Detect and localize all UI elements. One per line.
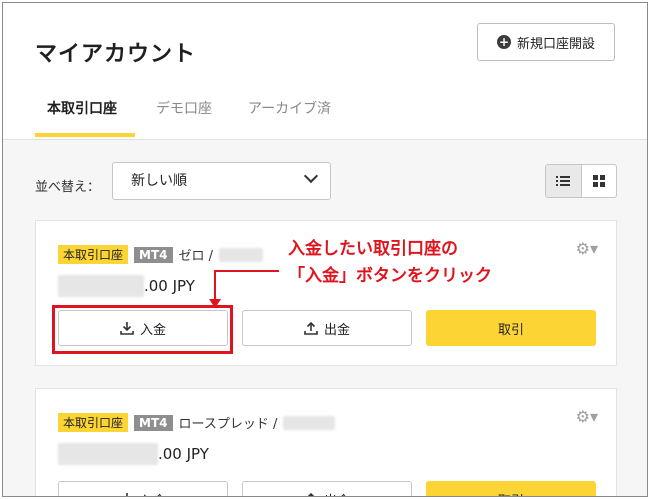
account-type: ロースプレッド / [178,417,278,432]
tab-live-accounts[interactable]: 本取引口座 [47,98,117,118]
account-badges: 本取引口座 MT4 ロースプレッド / [58,413,336,432]
account-badges: 本取引口座 MT4 ゼロ / [58,245,264,264]
trade-label: 取引 [497,322,524,338]
tab-archived[interactable]: アーカイブ済 [248,98,331,118]
sort-select-value: 新しい順 [131,173,187,189]
sort-label: 並べ替え： [35,180,101,195]
instruction-annotation: 入金したい取引口座の 「入金」ボタンをクリック [288,236,492,290]
account-number-redacted [283,415,336,430]
withdraw-button[interactable]: 出金 [242,310,412,346]
withdraw-button[interactable]: 出金 [242,481,412,497]
account-balance: .00 JPY [58,275,195,297]
withdraw-label: 出金 [324,490,350,497]
balance-suffix: .00 JPY [158,445,209,463]
balance-suffix: .00 JPY [144,277,195,295]
deposit-highlight-box [52,305,233,354]
new-account-label: 新規口座開設 [516,36,595,52]
upload-icon [307,492,315,496]
trade-button[interactable]: 取引 [426,310,596,346]
annotation-arrow-stem [214,270,216,300]
page-header: マイアカウント + 新規口座開設 本取引口座 デモ口座 アーカイブ済 [3,3,647,140]
balance-redacted [58,275,144,297]
gear-icon[interactable]: ⚙▾ [576,239,598,258]
tab-demo-accounts[interactable]: デモ口座 [156,98,212,118]
grid-view-button[interactable] [582,165,617,197]
account-balance: .00 JPY [58,443,209,465]
live-account-badge: 本取引口座 [58,245,129,264]
annotation-line-2: 「入金」ボタンをクリック [288,266,492,286]
platform-badge: MT4 [134,246,173,263]
plus-circle-icon: + [496,35,511,49]
chevron-down-icon [303,168,319,184]
list-icon [556,176,571,186]
trade-button[interactable]: 取引 [426,481,596,497]
accounts-content: 並べ替え： 新しい順 本取引口座 MT4 ゼロ / ⚙▾ .00 JPY 入金 … [3,140,647,497]
view-toggle [545,164,617,198]
sort-select[interactable]: 新しい順 [112,162,331,200]
annotation-arrow-line [215,270,279,272]
platform-badge: MT4 [134,414,173,431]
account-type: ゼロ / [178,249,214,264]
annotation-line-1: 入金したい取引口座の [288,239,458,259]
download-icon [126,493,128,496]
live-account-badge: 本取引口座 [58,413,129,432]
trade-label: 取引 [498,490,524,497]
account-number-redacted [219,247,264,262]
gear-icon[interactable]: ⚙▾ [576,407,598,426]
upload-icon [304,321,318,335]
deposit-button[interactable]: 入金 [58,481,228,497]
app-frame: マイアカウント + 新規口座開設 本取引口座 デモ口座 アーカイブ済 並べ替え：… [2,2,648,497]
grid-icon [592,175,605,187]
account-card: 本取引口座 MT4 ロースプレッド / ⚙▾ .00 JPY 入金 出金 [35,388,617,497]
deposit-label: 入金 [140,490,166,497]
annotation-arrow-head [209,299,221,308]
balance-redacted [58,443,158,465]
withdraw-label: 出金 [323,322,350,338]
page-title: マイアカウント [35,42,197,67]
new-account-button[interactable]: + 新規口座開設 [477,23,615,61]
list-view-button[interactable] [546,165,582,197]
active-tab-indicator [35,133,135,137]
